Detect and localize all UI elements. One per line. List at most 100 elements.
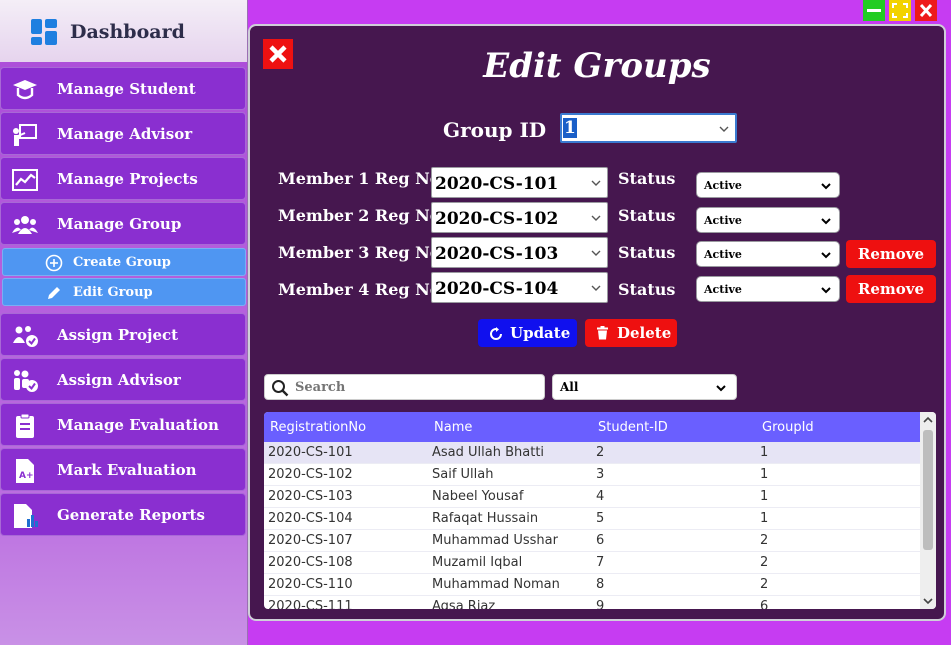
chevron-down-icon xyxy=(591,250,601,256)
column-header[interactable]: RegistrationNo xyxy=(270,420,366,435)
remove-member-4-button[interactable]: Remove xyxy=(846,275,936,303)
table-cell: Saif Ullah xyxy=(432,467,494,482)
nav-label: Manage Group xyxy=(57,215,182,233)
nav-manage-advisor[interactable]: Manage Advisor xyxy=(0,112,246,155)
dashboard-header[interactable]: Dashboard xyxy=(0,0,246,62)
scrollbar-thumb[interactable] xyxy=(923,430,933,550)
column-header[interactable]: Student-ID xyxy=(598,420,668,435)
nav-mark-evaluation[interactable]: A+ Mark Evaluation xyxy=(0,448,246,491)
refresh-icon xyxy=(490,327,502,340)
subnav-label: Edit Group xyxy=(73,285,153,300)
table-scrollbar[interactable] xyxy=(920,412,936,609)
subnav-edit-group[interactable]: Edit Group xyxy=(2,278,246,306)
member-4-reg-select[interactable]: 2020-CS-104 xyxy=(431,272,608,303)
nav-generate-reports[interactable]: Generate Reports xyxy=(0,493,246,536)
column-header[interactable]: GroupId xyxy=(762,420,814,435)
page-title: Edit Groups xyxy=(483,46,711,86)
member-4-status-value: Active xyxy=(704,283,742,296)
minimize-icon[interactable] xyxy=(863,0,885,21)
member-3-status-value: Active xyxy=(704,248,742,261)
svg-text:A+: A+ xyxy=(19,471,34,481)
member-2-status-select[interactable]: Active xyxy=(696,207,840,233)
table-cell: 2020-CS-111 xyxy=(268,599,353,609)
table-row[interactable]: 2020-CS-108 Muzamil Iqbal 7 2 xyxy=(264,552,920,574)
chevron-down-icon xyxy=(716,385,726,392)
edit-group-panel: Edit Groups Group ID 1 Member 1 Reg No 2… xyxy=(248,24,946,621)
group-id-select[interactable]: 1 xyxy=(560,113,737,143)
table-row[interactable]: 2020-CS-107 Muhammad Usshar 6 2 xyxy=(264,530,920,552)
chevron-down-icon xyxy=(719,126,729,132)
table-cell: 1 xyxy=(760,489,769,504)
search-icon xyxy=(272,380,289,397)
member-4-label: Member 4 Reg No xyxy=(278,280,441,299)
member-3-status-select[interactable]: Active xyxy=(696,241,840,267)
group-id-value: 1 xyxy=(563,118,577,138)
chevron-down-icon xyxy=(821,218,831,225)
column-header[interactable]: Name xyxy=(434,420,472,435)
clipboard-icon xyxy=(16,413,34,438)
delete-label: Delete xyxy=(617,324,672,342)
subnav-label: Create Group xyxy=(73,255,171,270)
scroll-up-icon[interactable] xyxy=(923,415,933,425)
maximize-icon[interactable] xyxy=(889,0,911,21)
member-1-status-select[interactable]: Active xyxy=(696,172,840,198)
member-1-reg-select[interactable]: 2020-CS-101 xyxy=(431,167,608,198)
table-cell: 2020-CS-104 xyxy=(268,511,353,526)
table-cell: 2020-CS-102 xyxy=(268,467,353,482)
member-2-label: Member 2 Reg No xyxy=(278,206,441,225)
teacher-board-icon xyxy=(13,124,37,146)
subnav-create-group[interactable]: Create Group xyxy=(2,248,246,276)
table-row[interactable]: 2020-CS-111 Aqsa Riaz 9 6 xyxy=(264,596,920,609)
filter-select[interactable]: All xyxy=(552,374,737,400)
member-2-status-value: Active xyxy=(704,214,742,227)
member-2-reg-select[interactable]: 2020-CS-102 xyxy=(431,202,608,233)
table-row[interactable]: 2020-CS-103 Nabeel Yousaf 4 1 xyxy=(264,486,920,508)
group-id-label: Group ID xyxy=(443,118,547,142)
table-cell: Muhammad Noman xyxy=(432,577,560,592)
table-cell: Muhammad Usshar xyxy=(432,533,558,548)
member-3-reg-value: 2020-CS-103 xyxy=(435,244,559,264)
remove-member-3-button[interactable]: Remove xyxy=(846,240,936,268)
table-row[interactable]: 2020-CS-110 Muhammad Noman 8 2 xyxy=(264,574,920,596)
graduation-cap-icon xyxy=(13,80,37,100)
delete-button[interactable]: Delete xyxy=(585,319,677,347)
nav-manage-projects[interactable]: Manage Projects xyxy=(0,157,246,200)
table-cell: 2020-CS-103 xyxy=(268,489,353,504)
nav-label: Assign Advisor xyxy=(57,371,181,389)
nav-label: Manage Evaluation xyxy=(57,416,219,434)
table-cell: 2020-CS-101 xyxy=(268,445,353,460)
close-window-icon[interactable] xyxy=(915,0,937,21)
nav-manage-group[interactable]: Manage Group xyxy=(0,202,246,245)
table-cell: 2 xyxy=(760,555,769,570)
table-cell: 2020-CS-108 xyxy=(268,555,353,570)
member-4-status-select[interactable]: Active xyxy=(696,276,840,302)
search-input[interactable] xyxy=(295,378,535,396)
chart-icon xyxy=(12,169,38,191)
table-cell: 5 xyxy=(596,511,605,526)
member-2-reg-value: 2020-CS-102 xyxy=(435,209,559,229)
grade-document-icon: A+ xyxy=(16,459,34,483)
table-cell: 2 xyxy=(760,533,769,548)
nav-manage-student[interactable]: Manage Student xyxy=(0,67,246,110)
member-3-status-label: Status xyxy=(618,243,676,262)
member-1-label: Member 1 Reg No xyxy=(278,169,441,188)
table-row[interactable]: 2020-CS-104 Rafaqat Hussain 5 1 xyxy=(264,508,920,530)
table-cell: 6 xyxy=(596,533,605,548)
chevron-down-icon xyxy=(821,287,831,294)
nav-assign-project[interactable]: Assign Project xyxy=(0,313,246,356)
table-cell: 8 xyxy=(596,577,605,592)
scroll-down-icon[interactable] xyxy=(923,596,933,606)
table-cell: 7 xyxy=(596,555,605,570)
member-3-reg-select[interactable]: 2020-CS-103 xyxy=(431,237,608,268)
search-box[interactable] xyxy=(264,374,545,400)
table-cell: 4 xyxy=(596,489,605,504)
nav-label: Assign Project xyxy=(57,326,179,344)
nav-manage-evaluation[interactable]: Manage Evaluation xyxy=(0,403,246,446)
table-row[interactable]: 2020-CS-102 Saif Ullah 3 1 xyxy=(264,464,920,486)
update-button[interactable]: Update xyxy=(478,319,577,347)
chevron-down-icon xyxy=(821,252,831,259)
table-row[interactable]: 2020-CS-101 Asad Ullah Bhatti 2 1 xyxy=(264,442,920,464)
chevron-down-icon xyxy=(591,180,601,186)
nav-assign-advisor[interactable]: Assign Advisor xyxy=(0,358,246,401)
table-cell: 1 xyxy=(760,467,769,482)
